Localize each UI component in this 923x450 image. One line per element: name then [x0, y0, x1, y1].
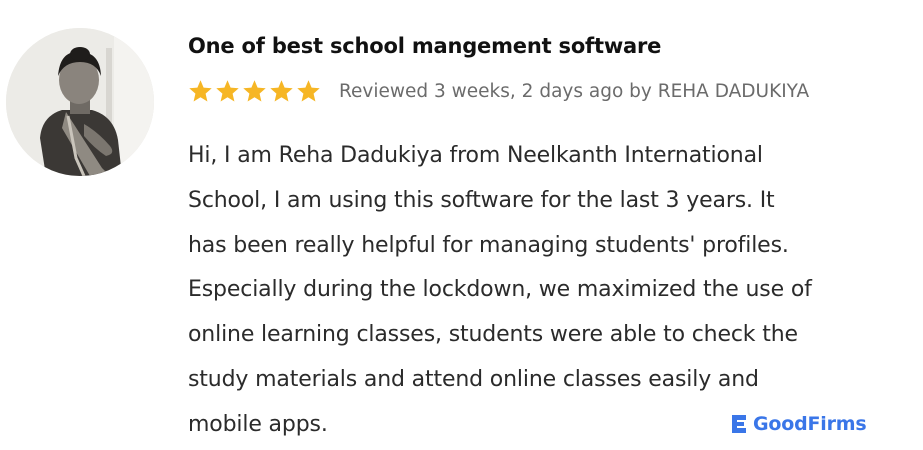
review-title: One of best school mangement software	[188, 34, 662, 58]
star-rating	[188, 79, 321, 104]
star-icon	[270, 79, 293, 101]
review-body-line: study materials and attend online classe…	[188, 366, 759, 392]
reviewer-photo-icon	[6, 28, 154, 176]
goodfirms-logo-icon	[732, 415, 746, 433]
star-icon	[243, 79, 266, 101]
review-body-line: Especially during the lockdown, we maxim…	[188, 277, 812, 303]
review-date-author: Reviewed 3 weeks, 2 days ago by REHA DAD…	[339, 80, 810, 102]
star-icon	[189, 79, 212, 101]
review-body-line: has been really helpful for managing stu…	[188, 232, 789, 258]
review-body-line: School, I am using this software for the…	[188, 187, 775, 213]
star-icon	[216, 79, 239, 101]
review-body-line: online learning classes, students were a…	[188, 322, 798, 348]
review-body-line: Hi, I am Reha Dadukiya from Neelkanth In…	[188, 143, 763, 168]
goodfirms-brand[interactable]: GoodFirms	[729, 413, 867, 435]
goodfirms-name: GoodFirms	[753, 413, 867, 435]
reviewer-avatar	[6, 28, 154, 176]
review-meta: Reviewed 3 weeks, 2 days ago by REHA DAD…	[188, 77, 809, 105]
review-card: One of best school mangement software Re…	[0, 0, 923, 450]
review-body: Hi, I am Reha Dadukiya from Neelkanth In…	[188, 134, 916, 448]
star-icon	[297, 79, 320, 101]
